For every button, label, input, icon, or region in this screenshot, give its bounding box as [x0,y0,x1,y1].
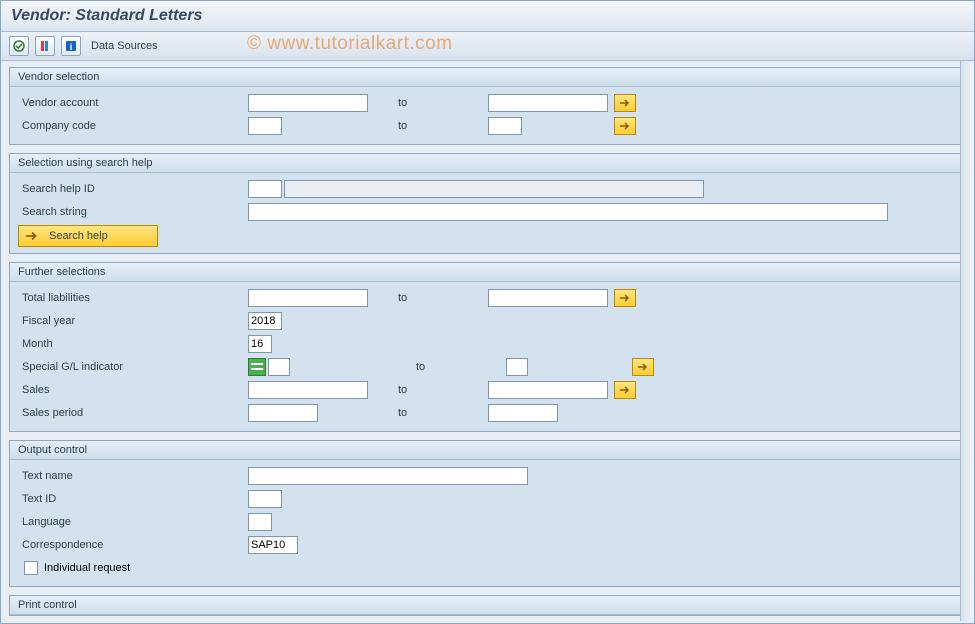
checkbox-individual-request[interactable] [24,561,38,575]
input-sgl-to[interactable] [506,358,528,376]
input-text-id[interactable] [248,490,282,508]
input-vendor-account-to[interactable] [488,94,608,112]
label-total-liabilities: Total liabilities [18,292,248,304]
group-search-help: Selection using search help Search help … [9,153,966,254]
group-further-selections: Further selections Total liabilities to … [9,262,966,432]
group-title-print: Print control [10,596,965,615]
label-to: to [368,407,488,419]
input-correspondence[interactable] [248,536,298,554]
group-title-further: Further selections [10,263,965,282]
content-area: Vendor selection Vendor account to Compa… [1,61,974,622]
input-search-string[interactable] [248,203,888,221]
input-sales-from[interactable] [248,381,368,399]
multiselect-total-liab[interactable] [614,289,636,307]
input-sales-to[interactable] [488,381,608,399]
multiselect-vendor-account[interactable] [614,94,636,112]
label-sales-period: Sales period [18,407,248,419]
input-company-code-from[interactable] [248,117,282,135]
label-individual-request: Individual request [44,562,130,574]
display-search-help-desc [284,180,704,198]
label-vendor-account: Vendor account [18,97,248,109]
titlebar: Vendor: Standard Letters [1,1,974,32]
multiselect-company-code[interactable] [614,117,636,135]
input-sgl-from[interactable] [268,358,290,376]
label-to: to [368,292,488,304]
label-to: to [386,361,506,373]
toolbar: i Data Sources [1,32,974,61]
scrollbar-area[interactable] [960,61,974,621]
label-month: Month [18,338,248,350]
input-vendor-account-from[interactable] [248,94,368,112]
label-to: to [368,384,488,396]
label-text-id: Text ID [18,493,248,505]
input-fiscal-year[interactable] [248,312,282,330]
input-total-liab-to[interactable] [488,289,608,307]
group-title-search-help: Selection using search help [10,154,965,173]
group-title-vendor-selection: Vendor selection [10,68,965,87]
label-language: Language [18,516,248,528]
execute-button[interactable] [9,36,29,56]
search-help-button[interactable]: Search help [18,225,158,247]
label-correspondence: Correspondence [18,539,248,551]
label-company-code: Company code [18,120,248,132]
group-title-output: Output control [10,441,965,460]
label-special-gl: Special G/L indicator [18,361,248,373]
sap-window: Vendor: Standard Letters i Data Sources … [0,0,975,624]
data-sources-link[interactable]: Data Sources [87,40,162,52]
multiselect-sales[interactable] [614,381,636,399]
label-to: to [368,120,488,132]
variant-button[interactable] [35,36,55,56]
label-sales: Sales [18,384,248,396]
sgl-option-icon[interactable] [248,358,266,376]
group-vendor-selection: Vendor selection Vendor account to Compa… [9,67,966,145]
info-button[interactable]: i [61,36,81,56]
label-fiscal-year: Fiscal year [18,315,248,327]
label-search-string: Search string [18,206,248,218]
input-text-name[interactable] [248,467,528,485]
label-search-help-id: Search help ID [18,183,248,195]
group-print-control: Print control [9,595,966,616]
input-company-code-to[interactable] [488,117,522,135]
input-total-liab-from[interactable] [248,289,368,307]
input-search-help-id[interactable] [248,180,282,198]
label-to: to [368,97,488,109]
svg-text:i: i [70,42,73,52]
input-month[interactable] [248,335,272,353]
page-title: Vendor: Standard Letters [11,7,202,24]
input-language[interactable] [248,513,272,531]
input-sales-period-to[interactable] [488,404,558,422]
search-help-button-label: Search help [49,230,108,242]
group-output-control: Output control Text name Text ID Languag… [9,440,966,587]
input-sales-period-from[interactable] [248,404,318,422]
multiselect-sgl[interactable] [632,358,654,376]
label-text-name: Text name [18,470,248,482]
